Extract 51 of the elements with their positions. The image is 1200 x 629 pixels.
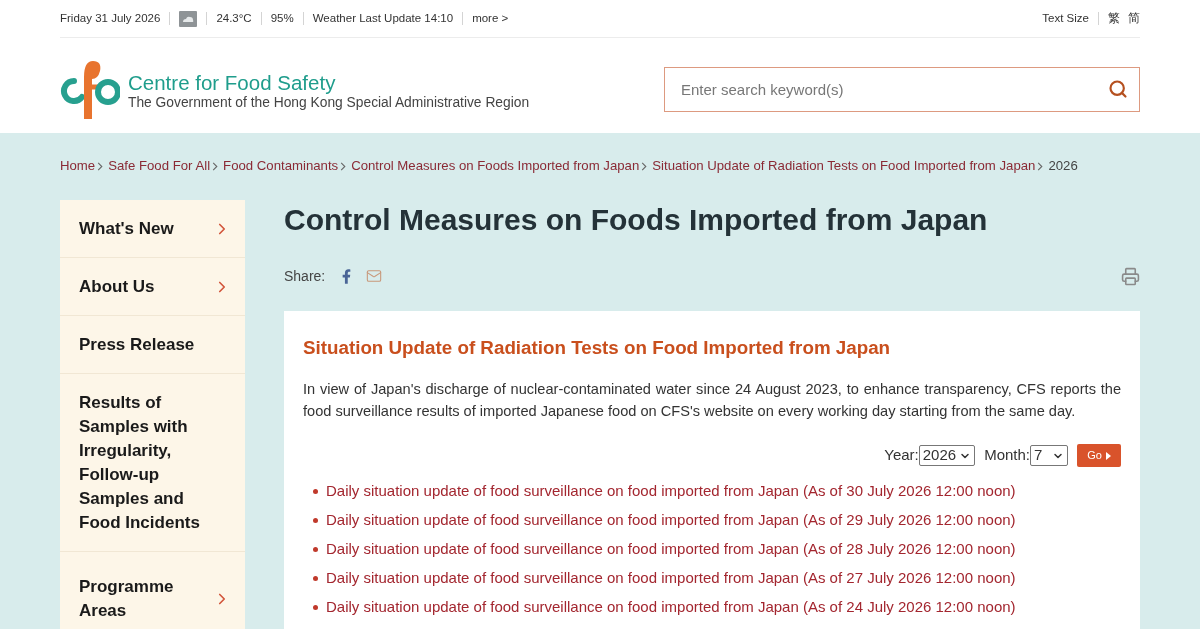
- weather-icon: [179, 10, 198, 27]
- intro-paragraph: In view of Japan's discharge of nuclear-contaminated water since 24 August 2023, to enhance transparency, CFS reports the food surveillance results of imported Japanese food on CFS's website on every working day starting from the same day.: [303, 380, 1121, 421]
- site-title: Centre for Food Safety: [128, 70, 337, 94]
- page-title: Control Measures on Foods Imported from Japan: [284, 202, 989, 237]
- month-label: Month:: [984, 445, 1030, 466]
- breadcrumb-current: 2026: [1048, 157, 1078, 175]
- update-link[interactable]: Daily situation update of food surveillance on food imported from Japan (As of 29 July 2026 12:00 noon): [326, 509, 1016, 532]
- facebook-icon[interactable]: [342, 268, 352, 284]
- chevron-icon: [641, 161, 648, 171]
- search-field[interactable]: Enter search keyword(s): [664, 66, 1140, 112]
- update-link[interactable]: Daily situation update of food surveillance on food imported from Japan (As of 24 July 2026 12:00 noon): [326, 596, 1016, 619]
- more-link[interactable]: more >: [472, 9, 509, 28]
- chevron-icon: [1037, 161, 1044, 171]
- humidity-text: 95%: [270, 10, 294, 26]
- sidebar-item[interactable]: Programme Areas: [60, 552, 245, 629]
- breadcrumb-link[interactable]: Control Measures on Foods Imported from Japan: [351, 157, 640, 175]
- update-link[interactable]: Daily situation update of food surveillance on food imported from Japan (As of 28 July 2026 12:00 noon): [326, 538, 1016, 561]
- bullet-icon: [313, 518, 318, 523]
- sidebar-item[interactable]: Press Release: [60, 316, 245, 374]
- chevron-icon: [212, 161, 219, 171]
- search-icon[interactable]: [1108, 78, 1128, 99]
- breadcrumb-link[interactable]: Food Contaminants: [223, 157, 339, 175]
- site-subtitle: The Government of the Hong Kong Special Administrative Region: [128, 94, 530, 111]
- month-select[interactable]: 7: [1030, 445, 1068, 466]
- breadcrumb-link[interactable]: Home: [60, 157, 96, 175]
- sidebar-item[interactable]: About Us: [60, 258, 245, 316]
- update-link[interactable]: Daily situation update of food surveillance on food imported from Japan (As of 27 July 2026 12:00 noon): [326, 567, 1016, 590]
- sidebar-item[interactable]: What's New: [60, 200, 245, 258]
- go-button[interactable]: Go: [1077, 444, 1121, 467]
- breadcrumb-link[interactable]: Situation Update of Radiation Tests on Food Imported from Japan: [652, 157, 1036, 175]
- section-heading: Situation Update of Radiation Tests on Food Imported from Japan: [303, 337, 892, 359]
- play-icon: [1105, 451, 1111, 460]
- chevron-icon: [97, 161, 104, 171]
- bullet-icon: [313, 605, 318, 610]
- update-link[interactable]: Daily situation update of food surveillance on food imported from Japan (As of 30 July 2026 12:00 noon): [326, 480, 1016, 503]
- weather-update-text: Weather Last Update 14:10: [312, 10, 454, 26]
- sidebar-item[interactable]: Results of Samples with Irregularity, Follow-up Samples and Food Incidents: [60, 374, 245, 552]
- bullet-icon: [313, 576, 318, 581]
- bullet-icon: [313, 489, 318, 494]
- date-text: Friday 31 July 2026: [60, 10, 161, 26]
- bullet-icon: [313, 547, 318, 552]
- language-link[interactable]: 繁: [1108, 9, 1120, 28]
- chevron-icon: [340, 161, 347, 171]
- breadcrumb-link[interactable]: Safe Food For All: [108, 157, 211, 175]
- language-link[interactable]: 简: [1128, 9, 1140, 28]
- share-label: Share:: [284, 266, 326, 286]
- year-select[interactable]: 2026: [918, 445, 976, 466]
- text-size-link[interactable]: Text Size: [1042, 9, 1089, 28]
- print-icon[interactable]: [1121, 266, 1140, 286]
- temperature-text: 24.3°C: [216, 10, 252, 26]
- year-label: Year:: [884, 445, 919, 466]
